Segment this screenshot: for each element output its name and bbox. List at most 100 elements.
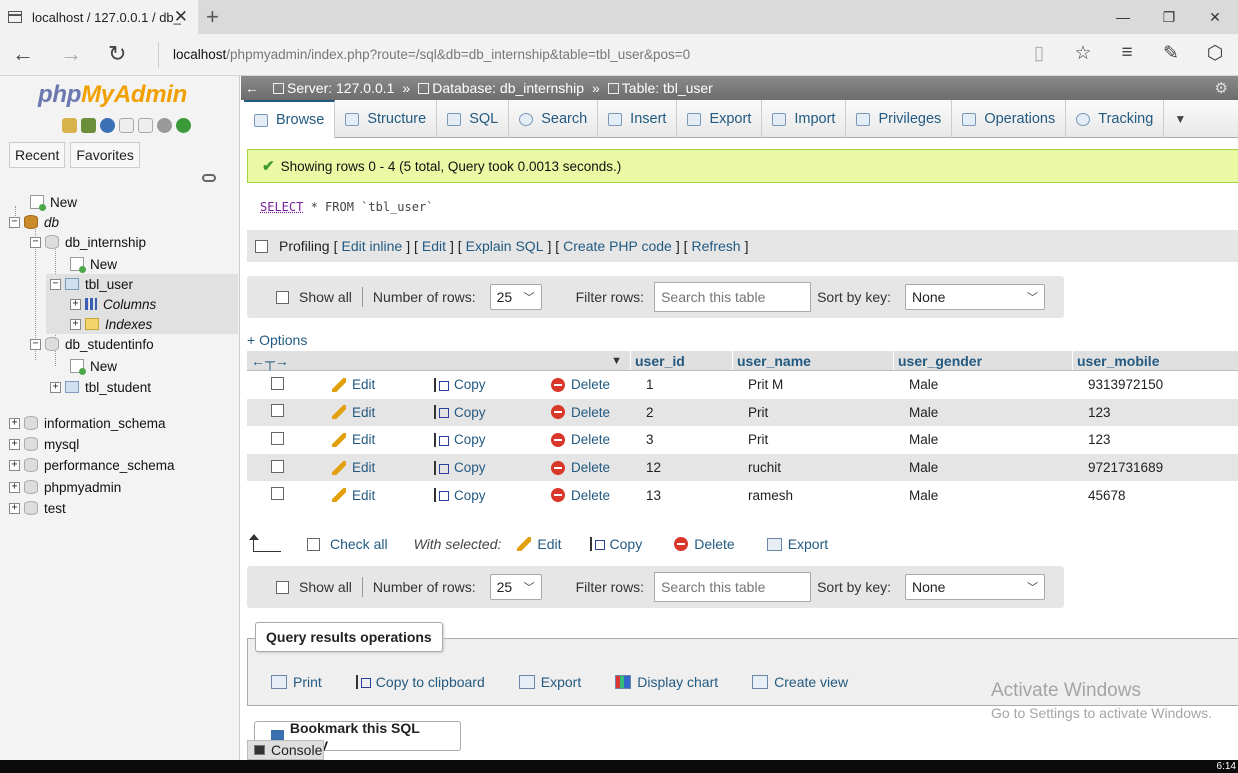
tree-item-internship-new[interactable]: New [70, 254, 117, 274]
filter-rows-input[interactable] [654, 572, 812, 602]
show-all-checkbox[interactable] [276, 290, 289, 304]
row-edit-link[interactable]: Edit [332, 488, 434, 503]
reload-icon[interactable] [176, 118, 191, 133]
row-delete-link[interactable]: Delete [551, 432, 646, 447]
favorite-star-icon[interactable]: ☆ [1070, 42, 1096, 65]
cell-user-name[interactable]: ruchit [748, 460, 909, 475]
expand-icon[interactable]: + [70, 298, 81, 310]
edit-link[interactable]: Edit [422, 238, 446, 254]
cell-user-gender[interactable]: Male [909, 488, 1088, 503]
collapse-icon[interactable]: − [30, 236, 41, 248]
more-tabs-button[interactable]: ▼ [1164, 100, 1196, 138]
cell-user-mobile[interactable]: 123 [1088, 405, 1238, 420]
cell-user-mobile[interactable]: 45678 [1088, 488, 1238, 503]
row-edit-link[interactable]: Edit [332, 460, 434, 475]
expand-icon[interactable]: + [50, 381, 61, 393]
web-note-icon[interactable]: ✎ [1158, 42, 1184, 65]
number-of-rows-select[interactable]: 25 ﹀ [489, 574, 542, 600]
tab-structure[interactable]: Structure [335, 100, 438, 138]
favorites-tab[interactable]: Favorites [70, 142, 140, 168]
column-header-user-name[interactable]: user_name [732, 351, 893, 370]
tree-item-db-studentinfo[interactable]: − db_studentinfo [30, 334, 154, 354]
tree-item-columns[interactable]: + Columns [46, 294, 238, 314]
bulk-edit-button[interactable]: Edit [517, 536, 562, 552]
tab-insert[interactable]: Insert [598, 100, 678, 138]
copy-settings-icon[interactable] [138, 118, 153, 133]
hub-icon[interactable]: ≡ [1114, 42, 1140, 65]
bulk-delete-button[interactable]: Delete [674, 536, 735, 552]
home-icon[interactable] [62, 118, 77, 133]
tab-sql[interactable]: SQL [437, 100, 510, 138]
cell-user-name[interactable]: Prit M [748, 377, 909, 392]
tree-item-indexes[interactable]: + Indexes [46, 314, 238, 334]
forward-icon[interactable]: → [60, 42, 82, 66]
cell-user-gender[interactable]: Male [909, 432, 1088, 447]
options-link[interactable]: + Options [247, 332, 307, 348]
row-edit-link[interactable]: Edit [332, 377, 434, 392]
tree-item-mysql[interactable]: + mysql [9, 434, 79, 454]
expand-icon[interactable]: + [9, 417, 20, 429]
console-toggle[interactable]: Console [247, 740, 324, 760]
row-checkbox[interactable] [271, 487, 284, 501]
row-delete-link[interactable]: Delete [551, 488, 646, 503]
collapse-panel-icon[interactable]: ← [245, 80, 259, 96]
close-tab-icon[interactable]: ✕ [174, 7, 188, 27]
expand-icon[interactable]: + [9, 459, 20, 471]
column-resize-arrows-icon[interactable]: ←┬→ [251, 351, 289, 370]
tab-operations[interactable]: Operations [952, 100, 1067, 138]
cell-user-id[interactable]: 13 [646, 488, 748, 503]
share-icon[interactable]: ⬡ [1202, 42, 1228, 65]
profiling-checkbox[interactable] [255, 239, 268, 253]
tab-privileges[interactable]: Privileges [846, 100, 953, 138]
sql-keyword[interactable]: SELECT [260, 200, 303, 214]
row-checkbox[interactable] [271, 459, 284, 473]
bulk-export-button[interactable]: Export [766, 536, 828, 552]
breadcrumb-database[interactable]: Database: db_internship [432, 80, 584, 96]
cell-user-mobile[interactable]: 9313972150 [1088, 377, 1238, 392]
cell-user-id[interactable]: 3 [646, 432, 748, 447]
export-button[interactable]: Export [518, 674, 581, 690]
browser-tab[interactable]: localhost / 127.0.0.1 / db_ ✕ [0, 0, 198, 34]
tree-item-phpmyadmin[interactable]: + phpmyadmin [9, 477, 121, 497]
tree-item-new[interactable]: New [30, 192, 77, 212]
link-with-main-icon[interactable] [202, 174, 216, 182]
tree-item-information-schema[interactable]: + information_schema [9, 413, 166, 433]
cell-user-gender[interactable]: Male [909, 377, 1088, 392]
docs-icon[interactable] [119, 118, 134, 133]
cell-user-gender[interactable]: Male [909, 405, 1088, 420]
check-all-label[interactable]: Check all [330, 536, 388, 552]
cell-user-name[interactable]: ramesh [748, 488, 909, 503]
number-of-rows-select[interactable]: 25 ﹀ [489, 284, 542, 310]
tree-item-tbl-user[interactable]: − tbl_user [46, 274, 238, 294]
expand-icon[interactable]: + [9, 481, 20, 493]
cell-user-gender[interactable]: Male [909, 460, 1088, 475]
column-header-user-id[interactable]: user_id [630, 351, 732, 370]
tree-item-db[interactable]: − db [9, 212, 59, 232]
breadcrumb-table[interactable]: Table: tbl_user [622, 80, 713, 96]
bulk-copy-button[interactable]: Copy [589, 536, 642, 552]
row-checkbox[interactable] [271, 404, 284, 418]
address-bar[interactable]: localhost/phpmyadmin/index.php?route=/sq… [158, 42, 690, 68]
cell-user-id[interactable]: 1 [646, 377, 748, 392]
row-copy-link[interactable]: Copy [434, 488, 551, 503]
tab-browse[interactable]: Browse [244, 100, 336, 138]
sort-by-key-select[interactable]: None ﹀ [905, 284, 1045, 310]
row-delete-link[interactable]: Delete [551, 377, 646, 392]
row-edit-link[interactable]: Edit [332, 432, 434, 447]
show-all-checkbox[interactable] [276, 580, 289, 594]
refresh-icon[interactable]: ↻ [108, 42, 126, 66]
print-button[interactable]: Print [271, 674, 322, 690]
create-view-button[interactable]: Create view [752, 674, 848, 690]
close-window-icon[interactable]: ✕ [1192, 0, 1238, 34]
breadcrumb-server[interactable]: Server: 127.0.0.1 [287, 80, 394, 96]
create-php-code-link[interactable]: Create PHP code [563, 238, 672, 254]
cell-user-mobile[interactable]: 123 [1088, 432, 1238, 447]
row-checkbox[interactable] [271, 431, 284, 445]
column-header-user-gender[interactable]: user_gender [893, 351, 1072, 370]
edit-inline-link[interactable]: Edit inline [341, 238, 402, 254]
filter-rows-input[interactable] [654, 282, 812, 312]
check-all-checkbox[interactable] [307, 537, 320, 551]
tree-item-tbl-student[interactable]: + tbl_student [50, 377, 151, 397]
cell-user-id[interactable]: 2 [646, 405, 748, 420]
refresh-link[interactable]: Refresh [692, 238, 741, 254]
